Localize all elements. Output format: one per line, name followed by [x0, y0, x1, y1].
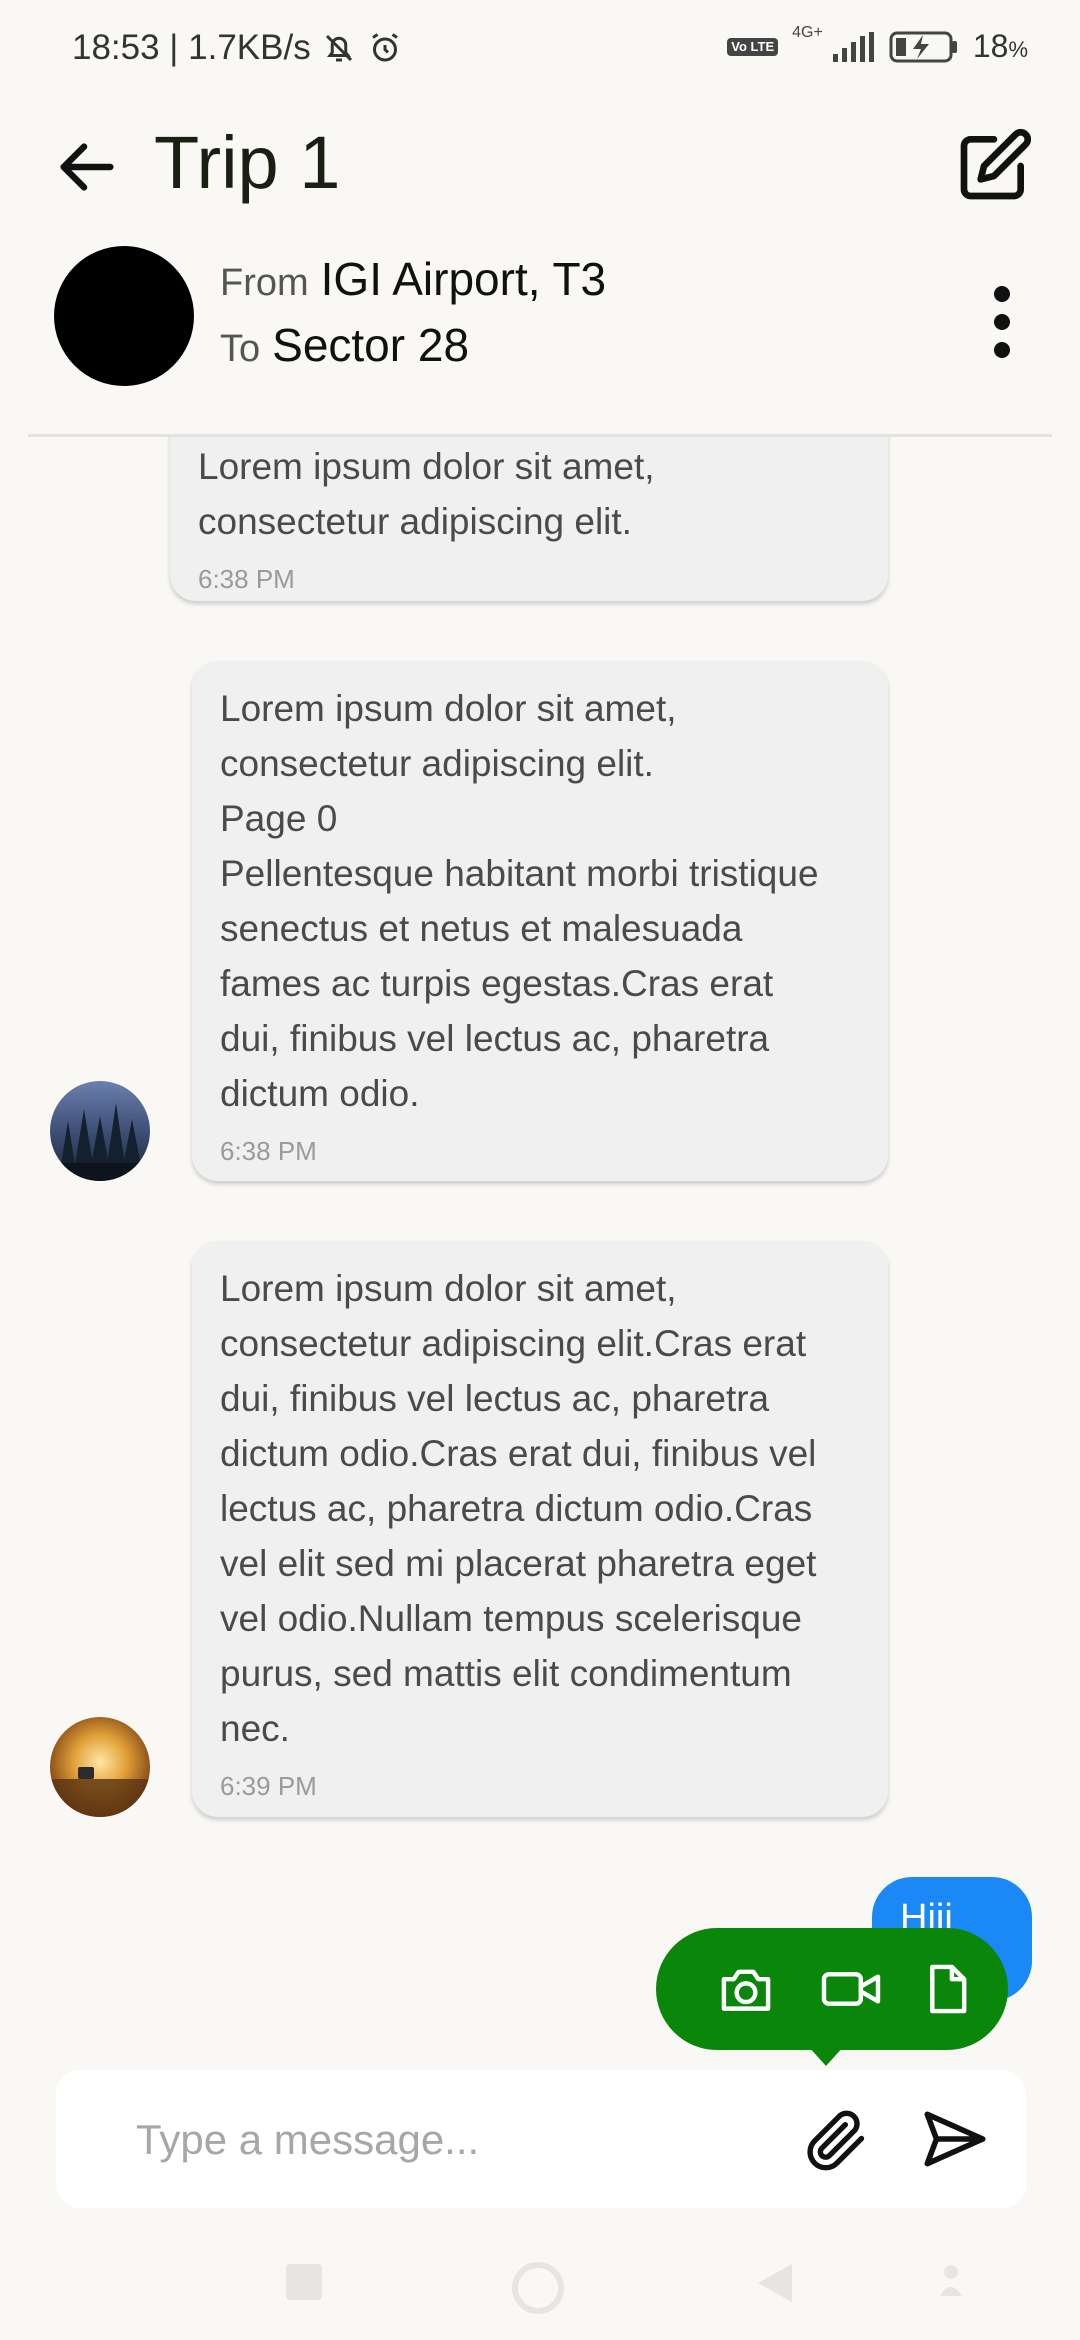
trip-info: From IGI Airport, T3 To Sector 28	[0, 240, 1080, 390]
message-bubble[interactable]: Lorem ipsum dolor sit amet, consectetur …	[192, 661, 888, 1181]
sunset-car-image	[50, 1767, 150, 1817]
edit-icon[interactable]	[954, 126, 1034, 206]
sender-avatar[interactable]	[50, 1081, 150, 1181]
document-icon[interactable]	[924, 1962, 970, 2016]
attachment-menu-pointer	[808, 2046, 844, 2066]
volte-badge: Vo LTE	[727, 37, 779, 56]
message-line: consectetur adipiscing elit.	[198, 501, 632, 542]
send-icon[interactable]	[918, 2102, 992, 2176]
network-type: 4G+	[792, 23, 823, 41]
message-time: 6:38 PM	[220, 1136, 317, 1166]
status-bar: 18:53 | 1.7KB/s Vo LTE 4G+ 18%	[0, 0, 1080, 100]
avatar[interactable]	[54, 246, 194, 386]
message-line: dui, finibus vel lectus ac, pharetra	[220, 1018, 770, 1059]
message-line: Lorem ipsum dolor sit amet,	[198, 446, 655, 487]
forest-image	[50, 1103, 150, 1181]
message-line: fames ac turpis egestas.Cras erat	[220, 963, 774, 1004]
to-label: To	[220, 328, 261, 370]
message-time: 6:39 PM	[220, 1771, 317, 1801]
to-value: Sector 28	[272, 319, 470, 371]
message-line: dui, finibus vel lectus ac, pharetra	[220, 1378, 770, 1419]
video-icon[interactable]	[818, 1962, 884, 2016]
status-left: 18:53 | 1.7KB/s	[72, 28, 403, 68]
notifications-off-icon	[325, 34, 352, 62]
battery-level: 18%	[972, 28, 1028, 64]
from-label: From	[220, 262, 309, 304]
message-line: vel elit sed mi placerat pharetra eget	[220, 1543, 817, 1584]
back-button-icon[interactable]	[752, 2260, 798, 2306]
alarm-icon	[371, 33, 398, 62]
message-line: Lorem ipsum dolor sit amet,	[220, 1268, 677, 1309]
message-time: 6:38 PM	[198, 564, 295, 594]
message-line: Pellentesque habitant morbi tristique	[220, 853, 819, 894]
message-line: lectus ac, pharetra dictum odio.Cras	[220, 1488, 813, 1529]
trip-from: From IGI Airport, T3	[220, 252, 606, 306]
from-value: IGI Airport, T3	[320, 253, 607, 305]
message-line: Page 0	[220, 798, 338, 839]
status-right: Vo LTE 4G+ 18%	[727, 24, 1028, 65]
battery-charging-icon	[889, 31, 957, 62]
message-line: purus, sed mattis elit condimentum	[220, 1653, 792, 1694]
attachment-menu	[656, 1928, 1008, 2050]
message-line: dictum odio.Cras erat dui, finibus vel	[220, 1433, 817, 1474]
back-arrow-icon[interactable]	[52, 132, 122, 202]
home-button-icon[interactable]	[510, 2260, 566, 2316]
system-nav-bar	[0, 2240, 1080, 2340]
page-title: Trip 1	[154, 121, 341, 204]
message-bubble[interactable]: Lorem ipsum dolor sit amet, consectetur …	[170, 437, 888, 601]
message-line: senectus et netus et malesuada	[220, 908, 743, 949]
app-header: Trip 1	[0, 110, 1080, 220]
signal-icon	[832, 31, 874, 62]
assistant-button-icon[interactable]	[934, 2260, 968, 2304]
sender-avatar[interactable]	[50, 1717, 150, 1817]
attach-icon[interactable]	[800, 2104, 872, 2176]
message-composer	[56, 2070, 1026, 2208]
recents-button-icon[interactable]	[282, 2260, 326, 2304]
message-line: Lorem ipsum dolor sit amet,	[220, 688, 677, 729]
message-line: vel odio.Nullam tempus scelerisque	[220, 1598, 802, 1639]
status-time: 18:53 | 1.7KB/s	[72, 28, 311, 67]
message-bubble[interactable]: Lorem ipsum dolor sit amet, consectetur …	[192, 1241, 888, 1817]
message-input[interactable]	[134, 2100, 788, 2180]
chat-list[interactable]: Lorem ipsum dolor sit amet, consectetur …	[0, 437, 1080, 2067]
camera-icon[interactable]	[716, 1962, 776, 2016]
trip-to: To Sector 28	[220, 318, 469, 372]
message-line: nec.	[220, 1708, 290, 1749]
more-vert-icon[interactable]	[990, 282, 1014, 362]
message-line: dictum odio.	[220, 1073, 420, 1114]
message-line: consectetur adipiscing elit.	[220, 743, 654, 784]
message-line: consectetur adipiscing elit.Cras erat	[220, 1323, 807, 1364]
